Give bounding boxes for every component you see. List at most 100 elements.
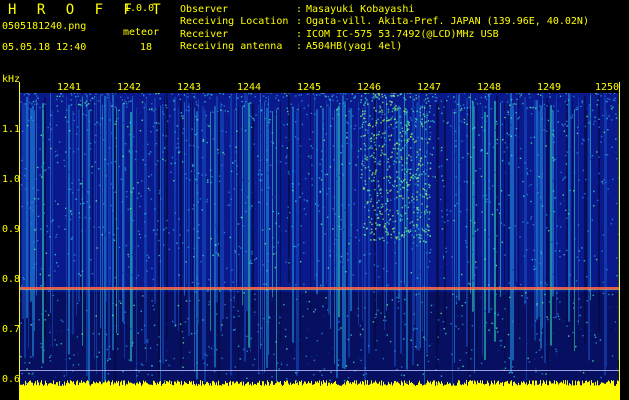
spectro-speckle (259, 130, 262, 133)
spectro-speckle (34, 248, 36, 251)
spectro-speckle (209, 97, 211, 99)
noise-level-bar (138, 383, 139, 400)
noise-level-bar (597, 380, 598, 400)
spectro-speckle (20, 101, 22, 103)
spectro-speckle (337, 107, 339, 110)
noise-level-bar (416, 385, 417, 400)
spectro-streak (96, 96, 97, 374)
spectro-speckle (598, 126, 600, 128)
spectro-speckle (211, 207, 214, 210)
spectro-speckle (611, 218, 614, 220)
spectro-speckle (279, 161, 282, 163)
spectro-speckle (57, 110, 59, 112)
spectro-speckle (151, 267, 153, 270)
noise-level-bar (90, 385, 91, 400)
spectro-streak (350, 108, 352, 312)
spectro-meteor-speckle (388, 166, 391, 168)
spectro-speckle (340, 219, 342, 221)
noise-level-bar (154, 381, 155, 400)
spectro-speckle (566, 104, 568, 106)
spectro-meteor-speckle (364, 167, 367, 169)
spectro-speckle (589, 154, 591, 157)
spectro-speckle (196, 230, 198, 232)
spectro-speckle (391, 278, 393, 280)
spectro-meteor-speckle (389, 139, 391, 141)
noise-level-bar (292, 383, 293, 400)
spectro-speckle (32, 372, 34, 374)
spectro-meteor-speckle (386, 198, 389, 200)
spectro-meteor-speckle (395, 105, 397, 107)
spectro-speckle (543, 129, 545, 131)
spectro-speckle (254, 243, 257, 245)
spectro-speckle (404, 323, 406, 326)
noise-level-bar (261, 385, 262, 400)
spectro-speckle (488, 284, 490, 286)
spectro-streak (348, 108, 350, 358)
spectro-speckle (541, 302, 544, 304)
spectro-speckle (112, 190, 115, 192)
noise-level-bar (331, 382, 332, 400)
spectro-speckle (267, 103, 269, 105)
spectro-speckle (354, 243, 357, 245)
spectro-speckle (316, 354, 318, 357)
spectro-speckle (471, 251, 473, 253)
spectro-speckle (207, 181, 209, 183)
spectro-speckle (373, 149, 375, 151)
spectro-speckle (118, 246, 121, 249)
spectro-speckle (421, 301, 423, 304)
spectro-speckle (384, 113, 386, 115)
spectro-speckle (320, 179, 323, 181)
spectro-meteor-speckle (377, 223, 379, 226)
spectro-meteor-speckle (369, 221, 371, 224)
spectro-speckle (503, 151, 505, 153)
spectro-speckle (111, 132, 113, 134)
info-value-antenna: A504HB(yagi 4el) (306, 41, 403, 52)
spectro-meteor-speckle (360, 169, 363, 171)
spectro-meteor-speckle (389, 100, 391, 102)
spectro-speckle (566, 325, 568, 327)
spectro-speckle (578, 97, 581, 100)
spectro-streak (342, 95, 344, 369)
spectro-speckle (61, 100, 63, 103)
noise-level-bar (295, 380, 296, 400)
spectro-speckle (77, 270, 79, 272)
spectro-speckle (318, 93, 320, 95)
spectro-speckle (79, 99, 82, 102)
spectro-speckle (232, 281, 234, 283)
noise-level-bar (371, 380, 372, 400)
spectro-speckle (197, 146, 199, 148)
spectro-speckle (327, 309, 329, 311)
spectro-speckle (570, 149, 572, 151)
spectro-speckle (416, 215, 419, 217)
spectro-meteor-speckle (403, 234, 406, 236)
spectro-speckle (467, 152, 469, 155)
spectro-meteor-speckle (411, 199, 413, 202)
spectro-speckle (307, 93, 309, 95)
noise-level-bar (563, 380, 564, 400)
noise-level-bar (311, 380, 312, 400)
noise-level-bar (494, 380, 495, 400)
spectro-speckle (276, 113, 278, 115)
spectro-speckle (151, 103, 153, 105)
spectro-speckle (75, 95, 77, 98)
spectro-speckle (21, 285, 23, 287)
spectro-streak (198, 98, 199, 324)
spectro-speckle (565, 154, 567, 157)
noise-level-bar (546, 380, 547, 400)
spectro-speckle (511, 269, 514, 271)
spectro-streak (116, 107, 117, 334)
noise-level-bar (443, 385, 444, 400)
spectro-speckle (60, 319, 63, 321)
spectro-streak (394, 103, 396, 367)
spectro-speckle (160, 198, 162, 200)
noise-level-bar (586, 380, 587, 400)
spectro-meteor-speckle (408, 121, 410, 124)
spectro-speckle (555, 263, 557, 266)
spectro-meteor-speckle (428, 111, 431, 113)
spectro-speckle (433, 114, 435, 116)
spectro-speckle (117, 117, 119, 120)
spectro-speckle (98, 226, 100, 228)
spectro-speckle (156, 349, 158, 351)
spectro-meteor-speckle (425, 231, 427, 233)
spectro-speckle (387, 284, 389, 286)
